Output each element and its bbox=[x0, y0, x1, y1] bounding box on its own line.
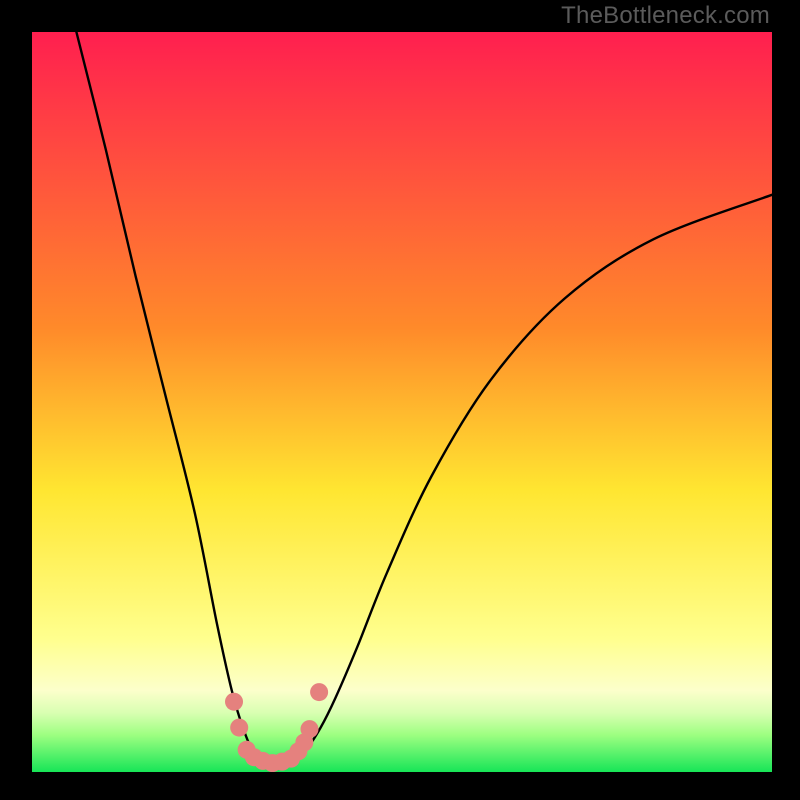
marker-dot bbox=[230, 719, 248, 737]
marker-dot bbox=[310, 683, 328, 701]
chart-frame: TheBottleneck.com bbox=[0, 0, 800, 800]
marker-dot bbox=[225, 693, 243, 711]
plot-area bbox=[32, 32, 772, 772]
marker-dot bbox=[301, 720, 319, 738]
bg-gradient-rect bbox=[32, 32, 772, 772]
chart-svg bbox=[32, 32, 772, 772]
watermark-text: TheBottleneck.com bbox=[561, 2, 770, 30]
